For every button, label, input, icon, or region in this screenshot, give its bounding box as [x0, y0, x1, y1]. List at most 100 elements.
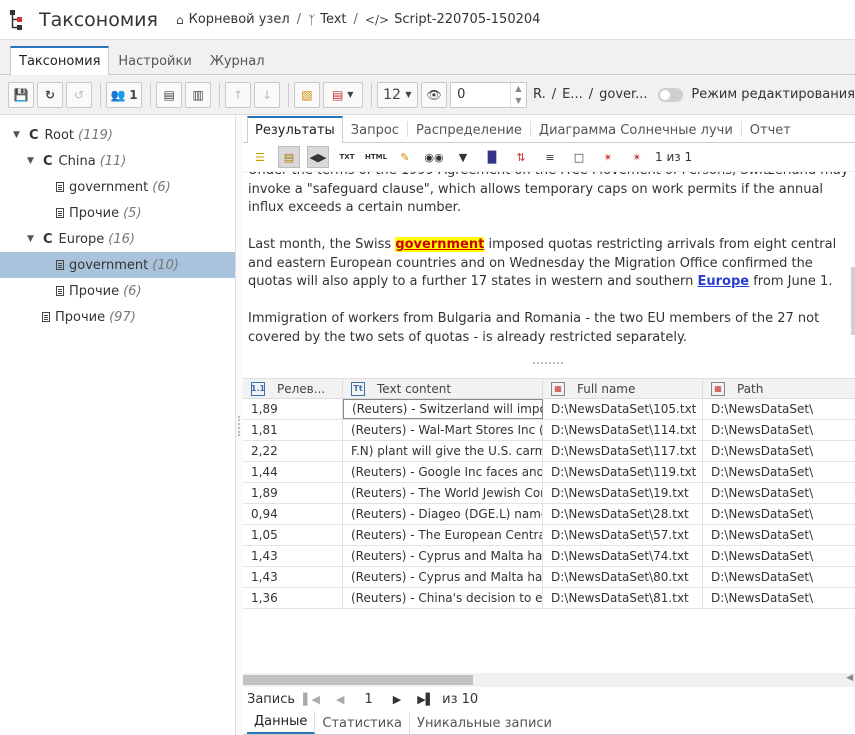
- move-down-button[interactable]: ↓: [254, 81, 280, 108]
- table-row[interactable]: 1,89 (Reuters) - Switzerland will impose D…: [243, 399, 855, 420]
- tab-statistics[interactable]: Статистика: [315, 713, 411, 734]
- table-cell[interactable]: F.N) plant will give the U.S. carmak: [343, 441, 543, 461]
- visibility-button[interactable]: 👁: [421, 81, 448, 108]
- table-cell[interactable]: (Reuters) - Switzerland will impose: [343, 399, 543, 419]
- table-cell[interactable]: 1,89: [243, 483, 343, 503]
- table-cell[interactable]: D:\NewsDataSet\80.txt: [543, 567, 703, 587]
- table-cell[interactable]: D:\NewsDataSet\: [703, 567, 855, 587]
- horizontal-splitter[interactable]: [533, 362, 563, 364]
- list-view-icon[interactable]: ☰: [249, 146, 271, 168]
- table-cell[interactable]: 1,81: [243, 420, 343, 440]
- table-cell[interactable]: D:\NewsDataSet\: [703, 546, 855, 566]
- tree-node-europe-other[interactable]: Прочие (6): [0, 278, 235, 304]
- table-cell[interactable]: 1,05: [243, 525, 343, 545]
- tab-taxonomy[interactable]: Таксономия: [10, 46, 110, 75]
- bullet-list-icon[interactable]: ≡: [539, 146, 561, 168]
- table-cell[interactable]: (Reuters) - The European Central B: [343, 525, 543, 545]
- tree-collapse-button[interactable]: ▥: [185, 81, 212, 108]
- expand-arrow-icon[interactable]: ▼: [27, 234, 37, 244]
- table-cell[interactable]: D:\NewsDataSet\: [703, 399, 855, 419]
- table-cell[interactable]: 1,89: [243, 399, 343, 419]
- binoculars-icon[interactable]: ◉◉: [423, 146, 445, 168]
- tab-unique-records[interactable]: Уникальные записи: [410, 713, 559, 734]
- next-match-icon[interactable]: ✴: [626, 146, 648, 168]
- tree-node-china-other[interactable]: Прочие (5): [0, 200, 235, 226]
- table-cell[interactable]: 1,43: [243, 567, 343, 587]
- text-view-icon[interactable]: ▤: [278, 146, 300, 168]
- table-cell[interactable]: D:\NewsDataSet\117.txt: [543, 441, 703, 461]
- export-html-icon[interactable]: HTML: [365, 146, 387, 168]
- table-cell[interactable]: (Reuters) - Cyprus and Malta have: [343, 546, 543, 566]
- column-text-content[interactable]: Tt Text content: [343, 379, 543, 398]
- expand-arrow-icon[interactable]: ▼: [13, 130, 23, 140]
- tree-expand-button[interactable]: ▤: [156, 81, 183, 108]
- table-row[interactable]: 1,36 (Reuters) - China's decision to ease…: [243, 588, 855, 609]
- tree-node-china[interactable]: ▼ C China (11): [0, 148, 235, 174]
- tree-node-root[interactable]: ▼ C Root (119): [0, 122, 235, 148]
- prev-match-icon[interactable]: ✴: [597, 146, 619, 168]
- chevron-up-icon[interactable]: ▲: [515, 84, 521, 93]
- table-cell[interactable]: D:\NewsDataSet\28.txt: [543, 504, 703, 524]
- tab-data[interactable]: Данные: [247, 711, 316, 734]
- tab-query[interactable]: Запрос: [343, 117, 407, 143]
- table-row[interactable]: 1,44(Reuters) - Google Inc faces another…: [243, 462, 855, 483]
- tab-settings[interactable]: Настройки: [109, 47, 200, 75]
- tab-log[interactable]: Журнал: [201, 47, 274, 75]
- node-dropdown-button[interactable]: ▤ ▼: [322, 81, 363, 108]
- table-cell[interactable]: (Reuters) - Diageo (DGE.L) named I: [343, 504, 543, 524]
- breadcrumb-root[interactable]: Корневой узел: [189, 12, 290, 27]
- table-cell[interactable]: 1,44: [243, 462, 343, 482]
- highlight-icon[interactable]: ✎: [394, 146, 416, 168]
- tree-node-europe-government[interactable]: government (10): [0, 252, 235, 278]
- panel-splitter[interactable]: [236, 116, 243, 735]
- move-up-button[interactable]: ↑: [225, 81, 251, 108]
- split-view-icon[interactable]: ◀▶: [307, 146, 329, 168]
- highlighted-term[interactable]: government: [395, 237, 485, 252]
- table-cell[interactable]: D:\NewsDataSet\19.txt: [543, 483, 703, 503]
- table-cell[interactable]: (Reuters) - Cyprus and Malta have: [343, 567, 543, 587]
- last-page-icon[interactable]: ▶▌: [417, 693, 434, 706]
- note-icon[interactable]: □: [568, 146, 590, 168]
- table-cell[interactable]: (Reuters) - Wal-Mart Stores Inc (WM: [343, 420, 543, 440]
- table-row[interactable]: 1,89 (Reuters) - The World Jewish Congr D:…: [243, 483, 855, 504]
- next-page-icon[interactable]: ▶: [393, 693, 401, 706]
- table-row[interactable]: 0,94 (Reuters) - Diageo (DGE.L) named I D:…: [243, 504, 855, 525]
- table-row[interactable]: 2,22 F.N) plant will give the U.S. carmak…: [243, 441, 855, 462]
- edit-mode-toggle[interactable]: [657, 87, 684, 102]
- table-cell[interactable]: D:\NewsDataSet\81.txt: [543, 588, 703, 608]
- scrollbar-thumb[interactable]: [243, 675, 473, 685]
- highlight-node-button[interactable]: ▧: [293, 81, 320, 108]
- table-cell[interactable]: (Reuters) - China's decision to ease: [343, 588, 543, 608]
- undo-button[interactable]: ↺: [66, 81, 92, 108]
- tab-results[interactable]: Результаты: [247, 116, 343, 143]
- first-page-icon[interactable]: ▌◀: [303, 693, 320, 706]
- table-row[interactable]: 1,43 (Reuters) - Cyprus and Malta have D:\…: [243, 546, 855, 567]
- table-cell[interactable]: D:\NewsDataSet\: [703, 525, 855, 545]
- chevron-down-icon[interactable]: ▼: [515, 96, 521, 105]
- export-txt-icon[interactable]: TXT: [336, 146, 358, 168]
- number-stepper[interactable]: ▲ ▼: [510, 82, 526, 107]
- prev-page-icon[interactable]: ◀: [336, 693, 344, 706]
- table-cell[interactable]: 1,43: [243, 546, 343, 566]
- column-full-name[interactable]: ▦ Full name: [543, 379, 703, 398]
- tree-node-europe[interactable]: ▼ C Europe (16): [0, 226, 235, 252]
- table-cell[interactable]: D:\NewsDataSet\: [703, 483, 855, 503]
- home-icon[interactable]: ⌂: [176, 13, 184, 27]
- table-cell[interactable]: D:\NewsDataSet\105.txt: [543, 399, 703, 419]
- table-cell[interactable]: 2,22: [243, 441, 343, 461]
- tree-node-china-government[interactable]: government (6): [0, 174, 235, 200]
- scroll-arrows-icon[interactable]: ◀ ▶: [846, 673, 855, 683]
- users-button[interactable]: 👥 1: [105, 81, 143, 108]
- tree-node-root-other[interactable]: Прочие (97): [0, 304, 235, 330]
- table-row[interactable]: 1,43 (Reuters) - Cyprus and Malta have D:\…: [243, 567, 855, 588]
- table-cell[interactable]: 0,94: [243, 504, 343, 524]
- table-cell[interactable]: D:\NewsDataSet\119.txt: [543, 462, 703, 482]
- breadcrumb-script[interactable]: Script-220705-150204: [394, 12, 540, 27]
- table-cell[interactable]: (Reuters) - Google Inc faces another: [343, 462, 543, 482]
- sort-icon[interactable]: ⇅: [510, 146, 532, 168]
- column-relevance[interactable]: 1.1 Релев...: [243, 379, 343, 398]
- table-cell[interactable]: D:\NewsDataSet\: [703, 420, 855, 440]
- save-button[interactable]: 💾: [8, 81, 34, 108]
- pager-current[interactable]: 1: [364, 692, 372, 707]
- category-link[interactable]: Europe: [697, 274, 749, 289]
